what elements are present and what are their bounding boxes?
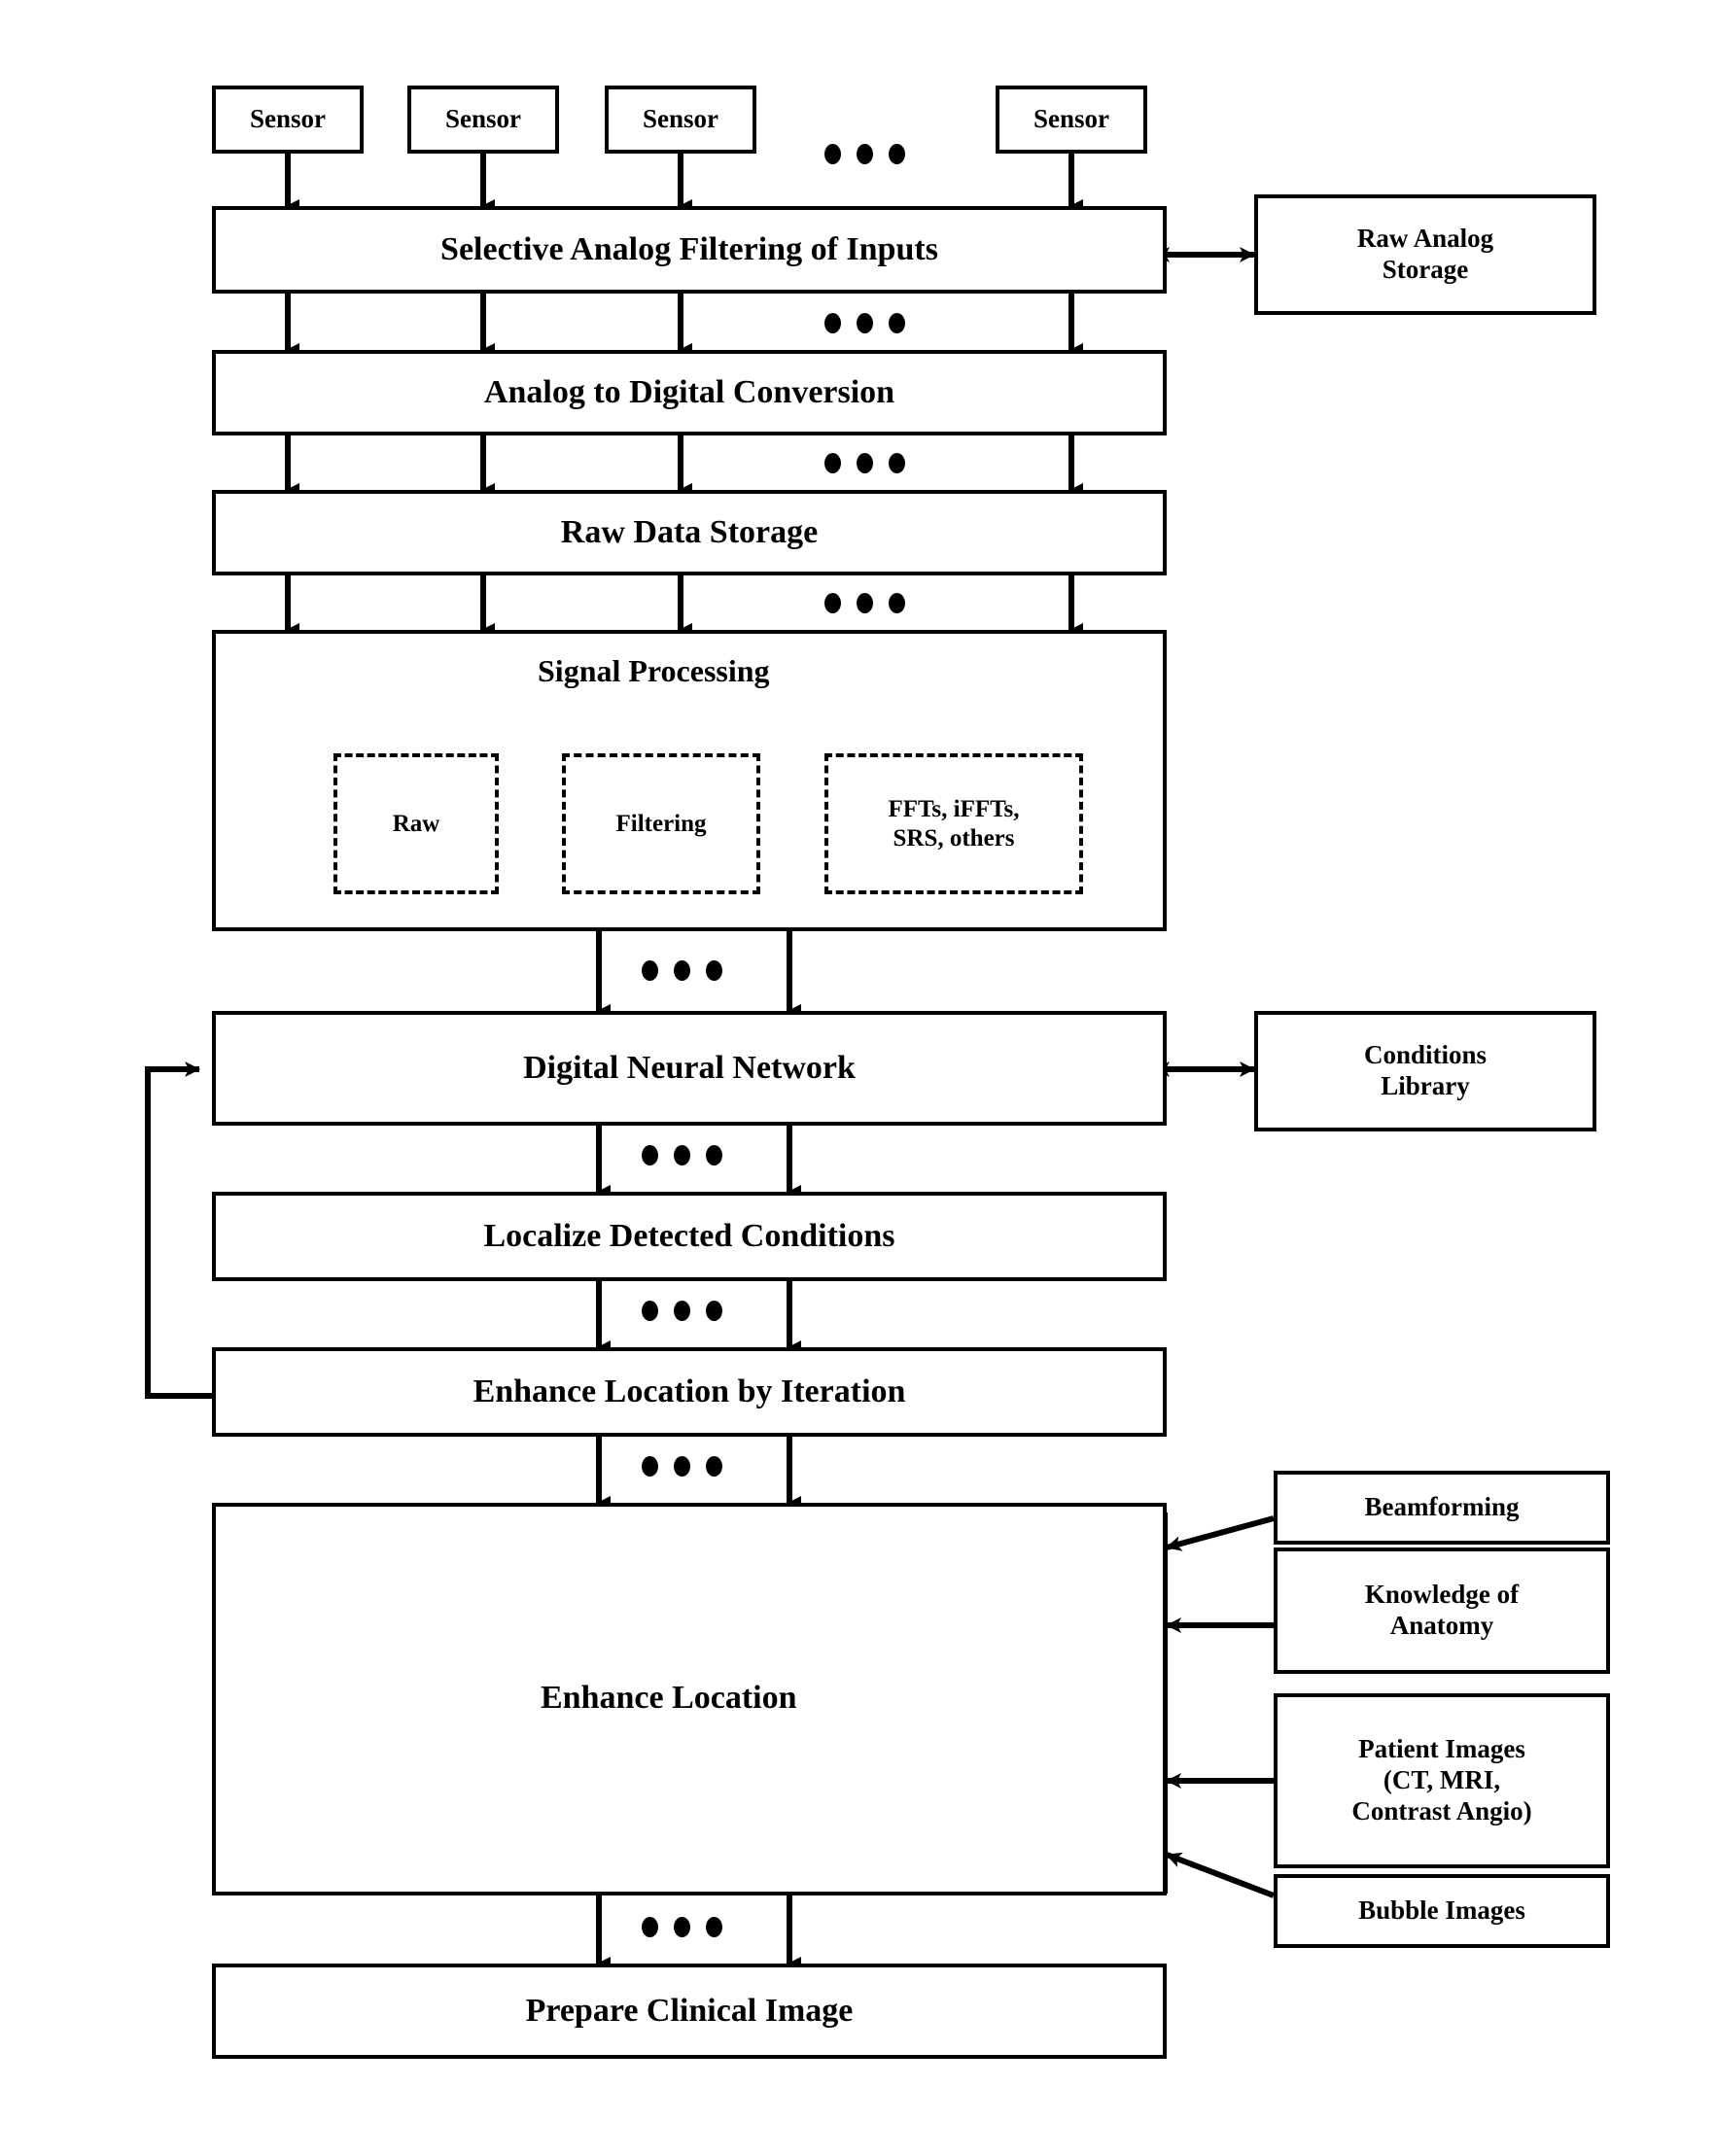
row-ellipsis-3 xyxy=(824,593,905,613)
stage-label: Selective Analog Filtering of Inputs xyxy=(440,230,938,267)
stage-raw-data-storage[interactable]: Raw Data Storage xyxy=(212,490,1167,575)
row-ellipsis-5 xyxy=(642,1145,722,1165)
side-box-conditions-library[interactable]: Conditions Library xyxy=(1254,1011,1596,1131)
sensor-box-2[interactable]: Sensor xyxy=(407,86,559,154)
stage-label: Analog to Digital Conversion xyxy=(483,373,895,410)
row-ellipsis-8 xyxy=(642,1917,722,1937)
stage-prepare-clinical-image[interactable]: Prepare Clinical Image xyxy=(212,1964,1167,2059)
side-box-raw-analog-storage[interactable]: Raw Analog Storage xyxy=(1254,194,1596,315)
side-box-label: Knowledge of Anatomy xyxy=(1364,1580,1520,1640)
side-box-label: Beamforming xyxy=(1364,1492,1520,1522)
substep-label: Filtering xyxy=(615,810,707,837)
side-box-label: Bubble Images xyxy=(1358,1895,1525,1926)
stage-label: Raw Data Storage xyxy=(560,513,819,550)
substep-filtering[interactable]: Filtering xyxy=(562,753,760,894)
side-box-bubble-images[interactable]: Bubble Images xyxy=(1274,1874,1610,1948)
side-box-beamforming[interactable]: Beamforming xyxy=(1274,1471,1610,1545)
substep-raw[interactable]: Raw xyxy=(333,753,499,894)
stage-selective-analog-filtering[interactable]: Selective Analog Filtering of Inputs xyxy=(212,206,1167,294)
side-box-label: Conditions Library xyxy=(1363,1040,1488,1100)
row-ellipsis-6 xyxy=(642,1301,722,1321)
stage-enhance-location-by-iteration[interactable]: Enhance Location by Iteration xyxy=(212,1347,1167,1437)
stage-digital-neural-network[interactable]: Digital Neural Network xyxy=(212,1011,1167,1126)
flowchart-canvas: Sensor Sensor Sensor Sensor Selective An… xyxy=(0,0,1716,2156)
stage-label: Digital Neural Network xyxy=(523,1049,856,1086)
side-box-knowledge-of-anatomy[interactable]: Knowledge of Anatomy xyxy=(1274,1547,1610,1674)
sensor-box-4[interactable]: Sensor xyxy=(996,86,1147,154)
sensor-row-ellipsis xyxy=(824,144,905,164)
sensor-label: Sensor xyxy=(444,104,521,134)
stage-label: Enhance Location by Iteration xyxy=(473,1373,906,1409)
side-box-patient-images[interactable]: Patient Images (CT, MRI, Contrast Angio) xyxy=(1274,1693,1610,1868)
stage-analog-to-digital-conversion[interactable]: Analog to Digital Conversion xyxy=(212,350,1167,435)
stage-label: Prepare Clinical Image xyxy=(525,1992,854,2029)
row-ellipsis-7 xyxy=(642,1456,722,1477)
row-ellipsis-2 xyxy=(824,453,905,473)
row-ellipsis-1 xyxy=(824,313,905,333)
side-box-label: Raw Analog Storage xyxy=(1356,224,1494,284)
signal-processing-heading: Signal Processing xyxy=(538,653,770,688)
row-ellipsis-4 xyxy=(642,960,722,981)
sensor-label: Sensor xyxy=(249,104,326,134)
substep-label: Raw xyxy=(392,810,440,837)
substep-transforms[interactable]: FFTs, iFFTs, SRS, others xyxy=(824,753,1083,894)
sensor-label: Sensor xyxy=(1033,104,1109,134)
side-box-label: Patient Images (CT, MRI, Contrast Angio) xyxy=(1351,1734,1532,1826)
sensor-box-3[interactable]: Sensor xyxy=(605,86,756,154)
stage-localize-detected-conditions[interactable]: Localize Detected Conditions xyxy=(212,1192,1167,1281)
sensor-box-1[interactable]: Sensor xyxy=(212,86,364,154)
substep-label: FFTs, iFFTs, SRS, others xyxy=(888,795,1020,852)
stage-label: Localize Detected Conditions xyxy=(483,1217,895,1254)
sensor-label: Sensor xyxy=(642,104,718,134)
enhance-location-label: Enhance Location xyxy=(541,1680,797,1716)
